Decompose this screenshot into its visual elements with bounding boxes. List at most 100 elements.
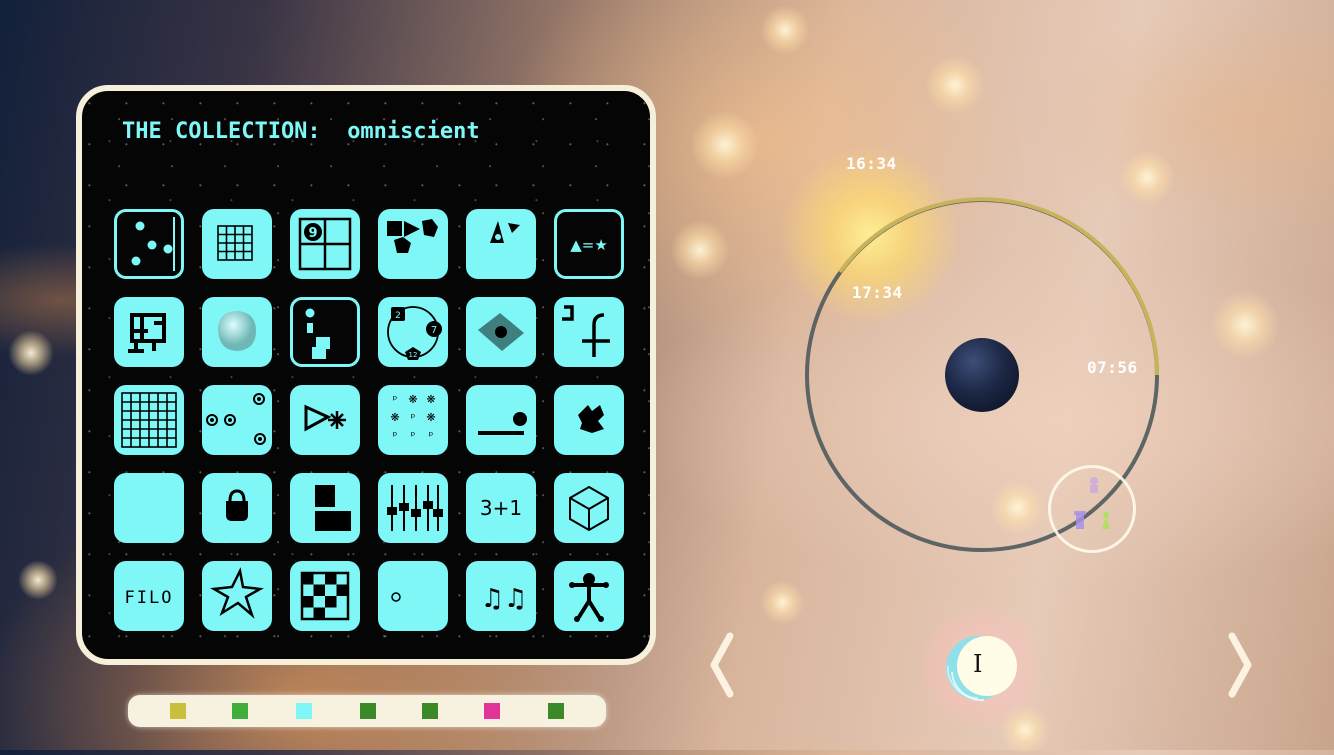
wedge-star-icon xyxy=(304,404,346,432)
star-icon xyxy=(210,567,264,619)
level-tile-blank[interactable] xyxy=(114,473,184,543)
level-tile-star[interactable] xyxy=(202,561,272,631)
small-grid-icon xyxy=(217,225,253,261)
level-tile-sliders[interactable] xyxy=(378,473,448,543)
svg-text:ᵖ: ᵖ xyxy=(393,429,398,442)
level-tile-cube[interactable] xyxy=(554,473,624,543)
progress-swatch xyxy=(296,703,312,719)
level-tile-dot-blocks[interactable] xyxy=(290,297,360,367)
progress-swatch xyxy=(548,703,564,719)
level-tile-cone[interactable] xyxy=(466,209,536,279)
light-glow xyxy=(990,480,1045,535)
player-cursor: I xyxy=(973,650,983,678)
orbit-time-label: 16:34 xyxy=(846,154,897,173)
level-tile-stick-figure[interactable] xyxy=(554,561,624,631)
green-figure-icon xyxy=(1102,512,1110,529)
moon-orbit[interactable] xyxy=(1048,465,1136,553)
level-tile-checker[interactable] xyxy=(290,561,360,631)
planet[interactable] xyxy=(945,338,1019,412)
svg-text:ᵖ: ᵖ xyxy=(429,429,434,442)
collection-title: THE COLLECTION: omniscient xyxy=(122,119,480,144)
cone-icon xyxy=(490,221,520,243)
svg-text:2: 2 xyxy=(395,311,401,321)
svg-text:ᵖ: ᵖ xyxy=(393,393,398,406)
svg-text:❋: ❋ xyxy=(408,393,417,406)
level-tile-balls[interactable] xyxy=(202,385,272,455)
svg-text:ᵖ: ᵖ xyxy=(411,429,416,442)
moon-figures xyxy=(1074,477,1110,529)
rune-puzzle-icon xyxy=(128,313,166,353)
progress-swatch xyxy=(232,703,248,719)
big-grid-icon xyxy=(121,392,177,448)
level-tile-shapes[interactable] xyxy=(378,209,448,279)
level-tile-diamond[interactable] xyxy=(466,297,536,367)
level-tile-dots-die[interactable] xyxy=(114,209,184,279)
level-tile-sum[interactable]: 3+1 xyxy=(466,473,536,543)
svg-text:12: 12 xyxy=(409,351,418,359)
level-tile-filo[interactable]: FILO xyxy=(114,561,184,631)
progress-swatch-strip xyxy=(128,695,606,727)
checker-icon xyxy=(300,571,350,621)
orbit-time-label: 17:34 xyxy=(852,283,903,302)
level-tile-wedge-star[interactable] xyxy=(290,385,360,455)
level-tile-blob[interactable] xyxy=(202,297,272,367)
light-glow xyxy=(670,220,730,280)
level-tile-small-circle[interactable] xyxy=(378,561,448,631)
purple-tower-icon xyxy=(1074,511,1086,529)
light-glow xyxy=(760,5,810,55)
circle-numbers-icon: 2 7 12 xyxy=(387,306,442,360)
blob-icon xyxy=(218,311,256,351)
ball-ledge-icon xyxy=(478,412,527,435)
purple-figure-icon xyxy=(1090,477,1098,493)
light-glow xyxy=(1120,150,1175,205)
blocks-icon xyxy=(315,485,351,531)
svg-text:7: 7 xyxy=(431,325,437,336)
level-tile-flowers[interactable]: ᵖ ❋ ❋ ❋ ᵖ ❋ ᵖᵖᵖ xyxy=(378,385,448,455)
light-glow xyxy=(690,110,760,180)
dots-die-icon xyxy=(131,217,175,271)
level-tile-quad-nine[interactable]: 9 xyxy=(290,209,360,279)
svg-text:3+1: 3+1 xyxy=(480,496,522,520)
level-tile-blocks[interactable] xyxy=(290,473,360,543)
collection-name: omniscient xyxy=(347,119,480,144)
svg-text:❋: ❋ xyxy=(426,411,435,424)
svg-text:♫♫: ♫♫ xyxy=(481,584,528,614)
light-glow xyxy=(760,580,805,625)
lock-icon xyxy=(226,489,248,521)
flower-grid-icon: ᵖ ❋ ❋ ❋ ᵖ ❋ ᵖᵖᵖ xyxy=(390,393,435,442)
sliders-icon xyxy=(387,485,443,531)
stick-figure-icon xyxy=(569,573,609,622)
light-glow xyxy=(8,330,54,376)
orbit-time-label: 07:56 xyxy=(1087,358,1138,377)
level-tile-ball-ledge[interactable] xyxy=(466,385,536,455)
shape-equation-icon: ▲=★ xyxy=(570,236,608,254)
svg-text:▲=★: ▲=★ xyxy=(570,236,608,254)
level-tile-equation[interactable]: ▲=★ xyxy=(554,209,624,279)
music-notes-icon: ♫♫ xyxy=(481,584,528,614)
small-circle-icon xyxy=(391,592,401,602)
cube-icon xyxy=(569,485,609,532)
light-glow xyxy=(1210,290,1280,360)
level-tile-grid-small[interactable] xyxy=(202,209,272,279)
collection-panel: THE COLLECTION: omniscient 9 ▲=★ 2 7 12 … xyxy=(76,85,656,665)
balls-icon xyxy=(206,393,266,445)
level-tile-music[interactable]: ♫♫ xyxy=(466,561,536,631)
level-tile-hooks[interactable] xyxy=(554,297,624,367)
chevron-right-icon[interactable] xyxy=(1222,630,1258,700)
level-tile-crumpled[interactable] xyxy=(554,385,624,455)
level-tile-rune[interactable] xyxy=(114,297,184,367)
chevron-left-icon[interactable] xyxy=(704,630,740,700)
progress-swatch xyxy=(170,703,186,719)
diamond-dot-icon xyxy=(478,313,524,351)
svg-text:9: 9 xyxy=(308,226,317,241)
progress-swatch xyxy=(484,703,500,719)
svg-text:ᵖ: ᵖ xyxy=(411,411,416,424)
sum-icon: 3+1 xyxy=(480,496,522,520)
level-tile-lock[interactable] xyxy=(202,473,272,543)
svg-text:❋: ❋ xyxy=(426,393,435,406)
filo-icon: FILO xyxy=(125,588,172,608)
level-tile-big-grid[interactable] xyxy=(114,385,184,455)
hooks-icon xyxy=(562,305,610,357)
collection-label: THE COLLECTION: xyxy=(122,119,321,144)
level-tile-circle-numbers[interactable]: 2 7 12 xyxy=(378,297,448,367)
